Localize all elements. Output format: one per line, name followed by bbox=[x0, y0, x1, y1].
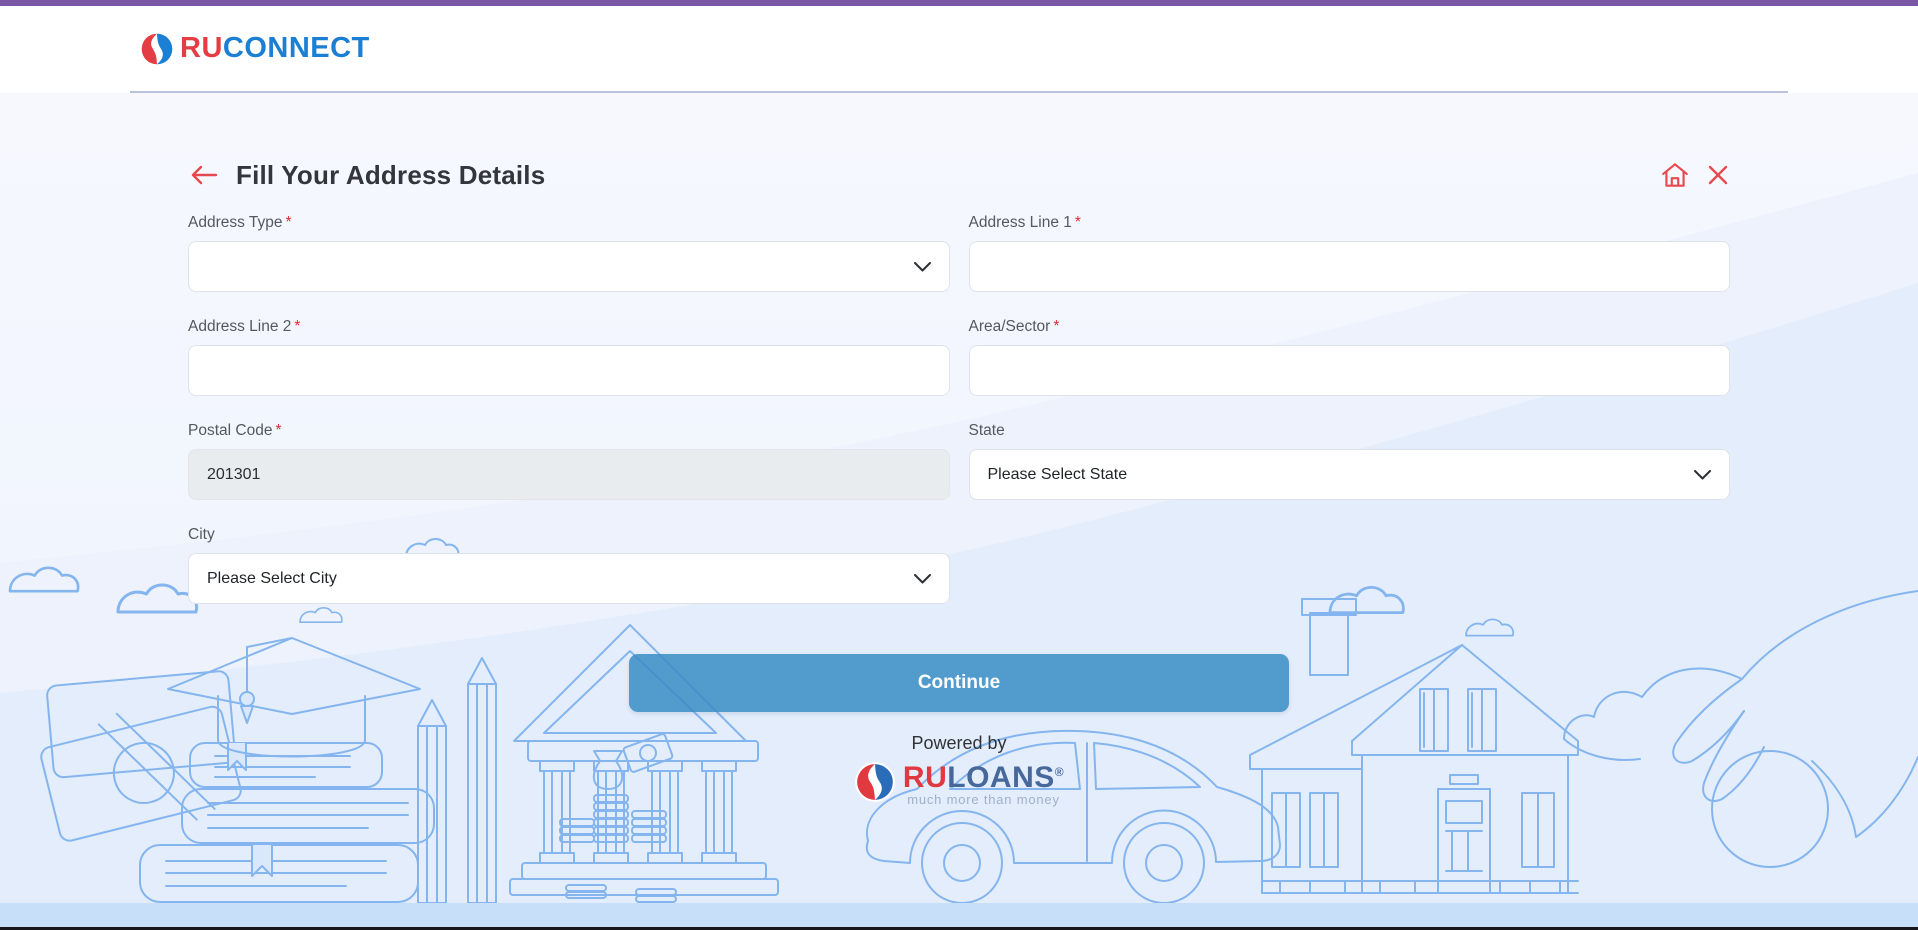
close-button[interactable] bbox=[1706, 163, 1730, 187]
powered-by-block: Powered by RULOANS® much more than money bbox=[188, 733, 1730, 807]
field-address-line-1: Address Line 1* bbox=[969, 214, 1731, 292]
field-area-sector: Area/Sector* bbox=[969, 318, 1731, 396]
city-value: Please Select City bbox=[207, 570, 337, 588]
brand-wordmark: RUCONNECT bbox=[180, 32, 370, 65]
area-sector-input[interactable] bbox=[969, 345, 1731, 396]
form-row: Address Line 2* Area/Sector* bbox=[188, 318, 1730, 396]
form-row: City Please Select City bbox=[188, 526, 1730, 604]
city-label: City bbox=[188, 526, 950, 544]
postal-code-label: Postal Code* bbox=[188, 422, 950, 440]
powered-by-label: Powered by bbox=[911, 733, 1006, 754]
registered-mark: ® bbox=[1055, 765, 1064, 779]
home-icon bbox=[1660, 160, 1690, 190]
address-line-2-input[interactable] bbox=[188, 345, 950, 396]
field-state: State Please Select State bbox=[969, 422, 1731, 500]
field-postal-code: Postal Code* bbox=[188, 422, 950, 500]
ruloans-logo: RULOANS® much more than money bbox=[854, 757, 1064, 807]
header-container: RUCONNECT bbox=[130, 6, 1788, 93]
form-row: Postal Code* State Please Select State bbox=[188, 422, 1730, 500]
back-button[interactable] bbox=[188, 162, 220, 188]
area-sector-label: Area/Sector* bbox=[969, 318, 1731, 336]
state-select[interactable]: Please Select State bbox=[969, 449, 1731, 500]
ruloans-tagline: much more than money bbox=[907, 792, 1060, 807]
close-icon bbox=[1706, 163, 1730, 187]
title-actions bbox=[1660, 160, 1730, 190]
arrow-left-icon bbox=[190, 164, 218, 186]
required-marker: * bbox=[1075, 214, 1081, 231]
required-marker: * bbox=[275, 422, 281, 439]
field-city: City Please Select City bbox=[188, 526, 950, 604]
continue-button[interactable]: Continue bbox=[629, 654, 1289, 712]
ruloans-wordmark: RULOANS® much more than money bbox=[903, 757, 1064, 807]
ruconnect-swirl-icon bbox=[140, 32, 174, 66]
chevron-down-icon bbox=[914, 262, 931, 272]
page-title: Fill Your Address Details bbox=[236, 160, 545, 191]
chevron-down-icon bbox=[1694, 470, 1711, 480]
ruloans-swirl-icon bbox=[854, 761, 896, 803]
postal-code-input bbox=[188, 449, 950, 500]
field-address-line-2: Address Line 2* bbox=[188, 318, 950, 396]
main-section: Fill Your Address Details Address Type* bbox=[0, 93, 1918, 930]
footer-strip bbox=[0, 903, 1918, 927]
address-type-label: Address Type* bbox=[188, 214, 950, 232]
address-type-select[interactable] bbox=[188, 241, 950, 292]
title-row: Fill Your Address Details bbox=[188, 157, 1730, 193]
address-form-panel: Fill Your Address Details Address Type* bbox=[130, 93, 1788, 807]
state-value: Please Select State bbox=[988, 466, 1128, 484]
city-select[interactable]: Please Select City bbox=[188, 553, 950, 604]
required-marker: * bbox=[286, 214, 292, 231]
address-line-1-input[interactable] bbox=[969, 241, 1731, 292]
address-line-2-label: Address Line 2* bbox=[188, 318, 950, 336]
site-header: RUCONNECT bbox=[0, 6, 1918, 93]
form-row: Address Type* Address Line 1* bbox=[188, 214, 1730, 292]
address-line-1-label: Address Line 1* bbox=[969, 214, 1731, 232]
required-marker: * bbox=[294, 318, 300, 335]
required-marker: * bbox=[1053, 318, 1059, 335]
home-button[interactable] bbox=[1660, 160, 1690, 190]
field-address-type: Address Type* bbox=[188, 214, 950, 292]
submit-row: Continue bbox=[188, 654, 1730, 712]
chevron-down-icon bbox=[914, 574, 931, 584]
cloud-icon bbox=[10, 568, 78, 591]
state-label: State bbox=[969, 422, 1731, 440]
address-form: Address Type* Address Line 1* Address Li… bbox=[188, 214, 1730, 712]
ruconnect-logo[interactable]: RUCONNECT bbox=[140, 32, 370, 66]
